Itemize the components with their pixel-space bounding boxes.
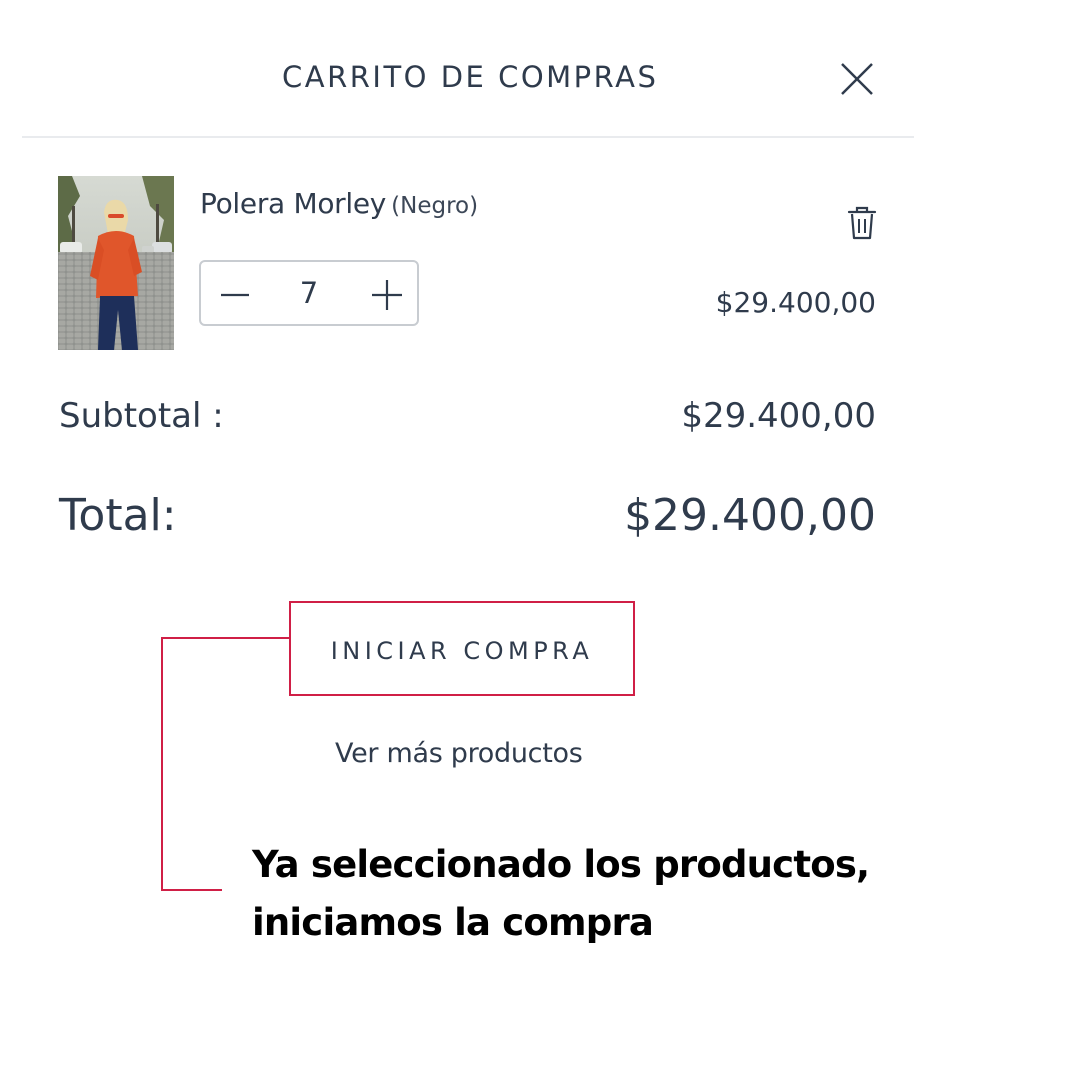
product-thumbnail[interactable] (58, 176, 174, 350)
annotation-line-2: iniciamos la compra (252, 901, 654, 944)
subtotal-value: $29.400,00 (681, 396, 876, 436)
quantity-value[interactable]: 7 (281, 276, 337, 310)
decrease-quantity-button[interactable] (215, 275, 255, 315)
close-button[interactable] (838, 60, 876, 98)
cart-title: CARRITO DE COMPRAS (282, 60, 659, 94)
callout-line-vertical (161, 637, 163, 891)
increase-quantity-button[interactable] (367, 275, 407, 315)
trash-icon (847, 206, 877, 240)
product-name-row: Polera Morley (Negro) (200, 187, 478, 220)
checkout-button[interactable]: INICIAR COMPRA (289, 601, 635, 696)
checkout-button-label: INICIAR COMPRA (330, 637, 594, 665)
callout-line-top (161, 637, 289, 639)
annotation-text: Ya seleccionado los productos, iniciamos… (252, 836, 1012, 952)
product-photo-icon (58, 176, 174, 350)
annotation-line-1: Ya seleccionado los productos, (252, 843, 870, 886)
close-icon (841, 63, 873, 95)
item-price: $29.400,00 (715, 286, 876, 319)
quantity-stepper: 7 (199, 260, 419, 326)
remove-item-button[interactable] (846, 205, 878, 241)
header-divider (22, 136, 914, 138)
total-value: $29.400,00 (624, 490, 876, 541)
plus-icon (372, 280, 402, 310)
subtotal-label: Subtotal : (59, 396, 224, 436)
more-products-link[interactable]: Ver más productos (335, 738, 583, 769)
product-name: Polera Morley (200, 187, 387, 220)
minus-icon (221, 293, 249, 297)
callout-line-bottom (161, 889, 222, 891)
product-variant: (Negro) (391, 193, 479, 219)
total-label: Total: (59, 490, 177, 541)
